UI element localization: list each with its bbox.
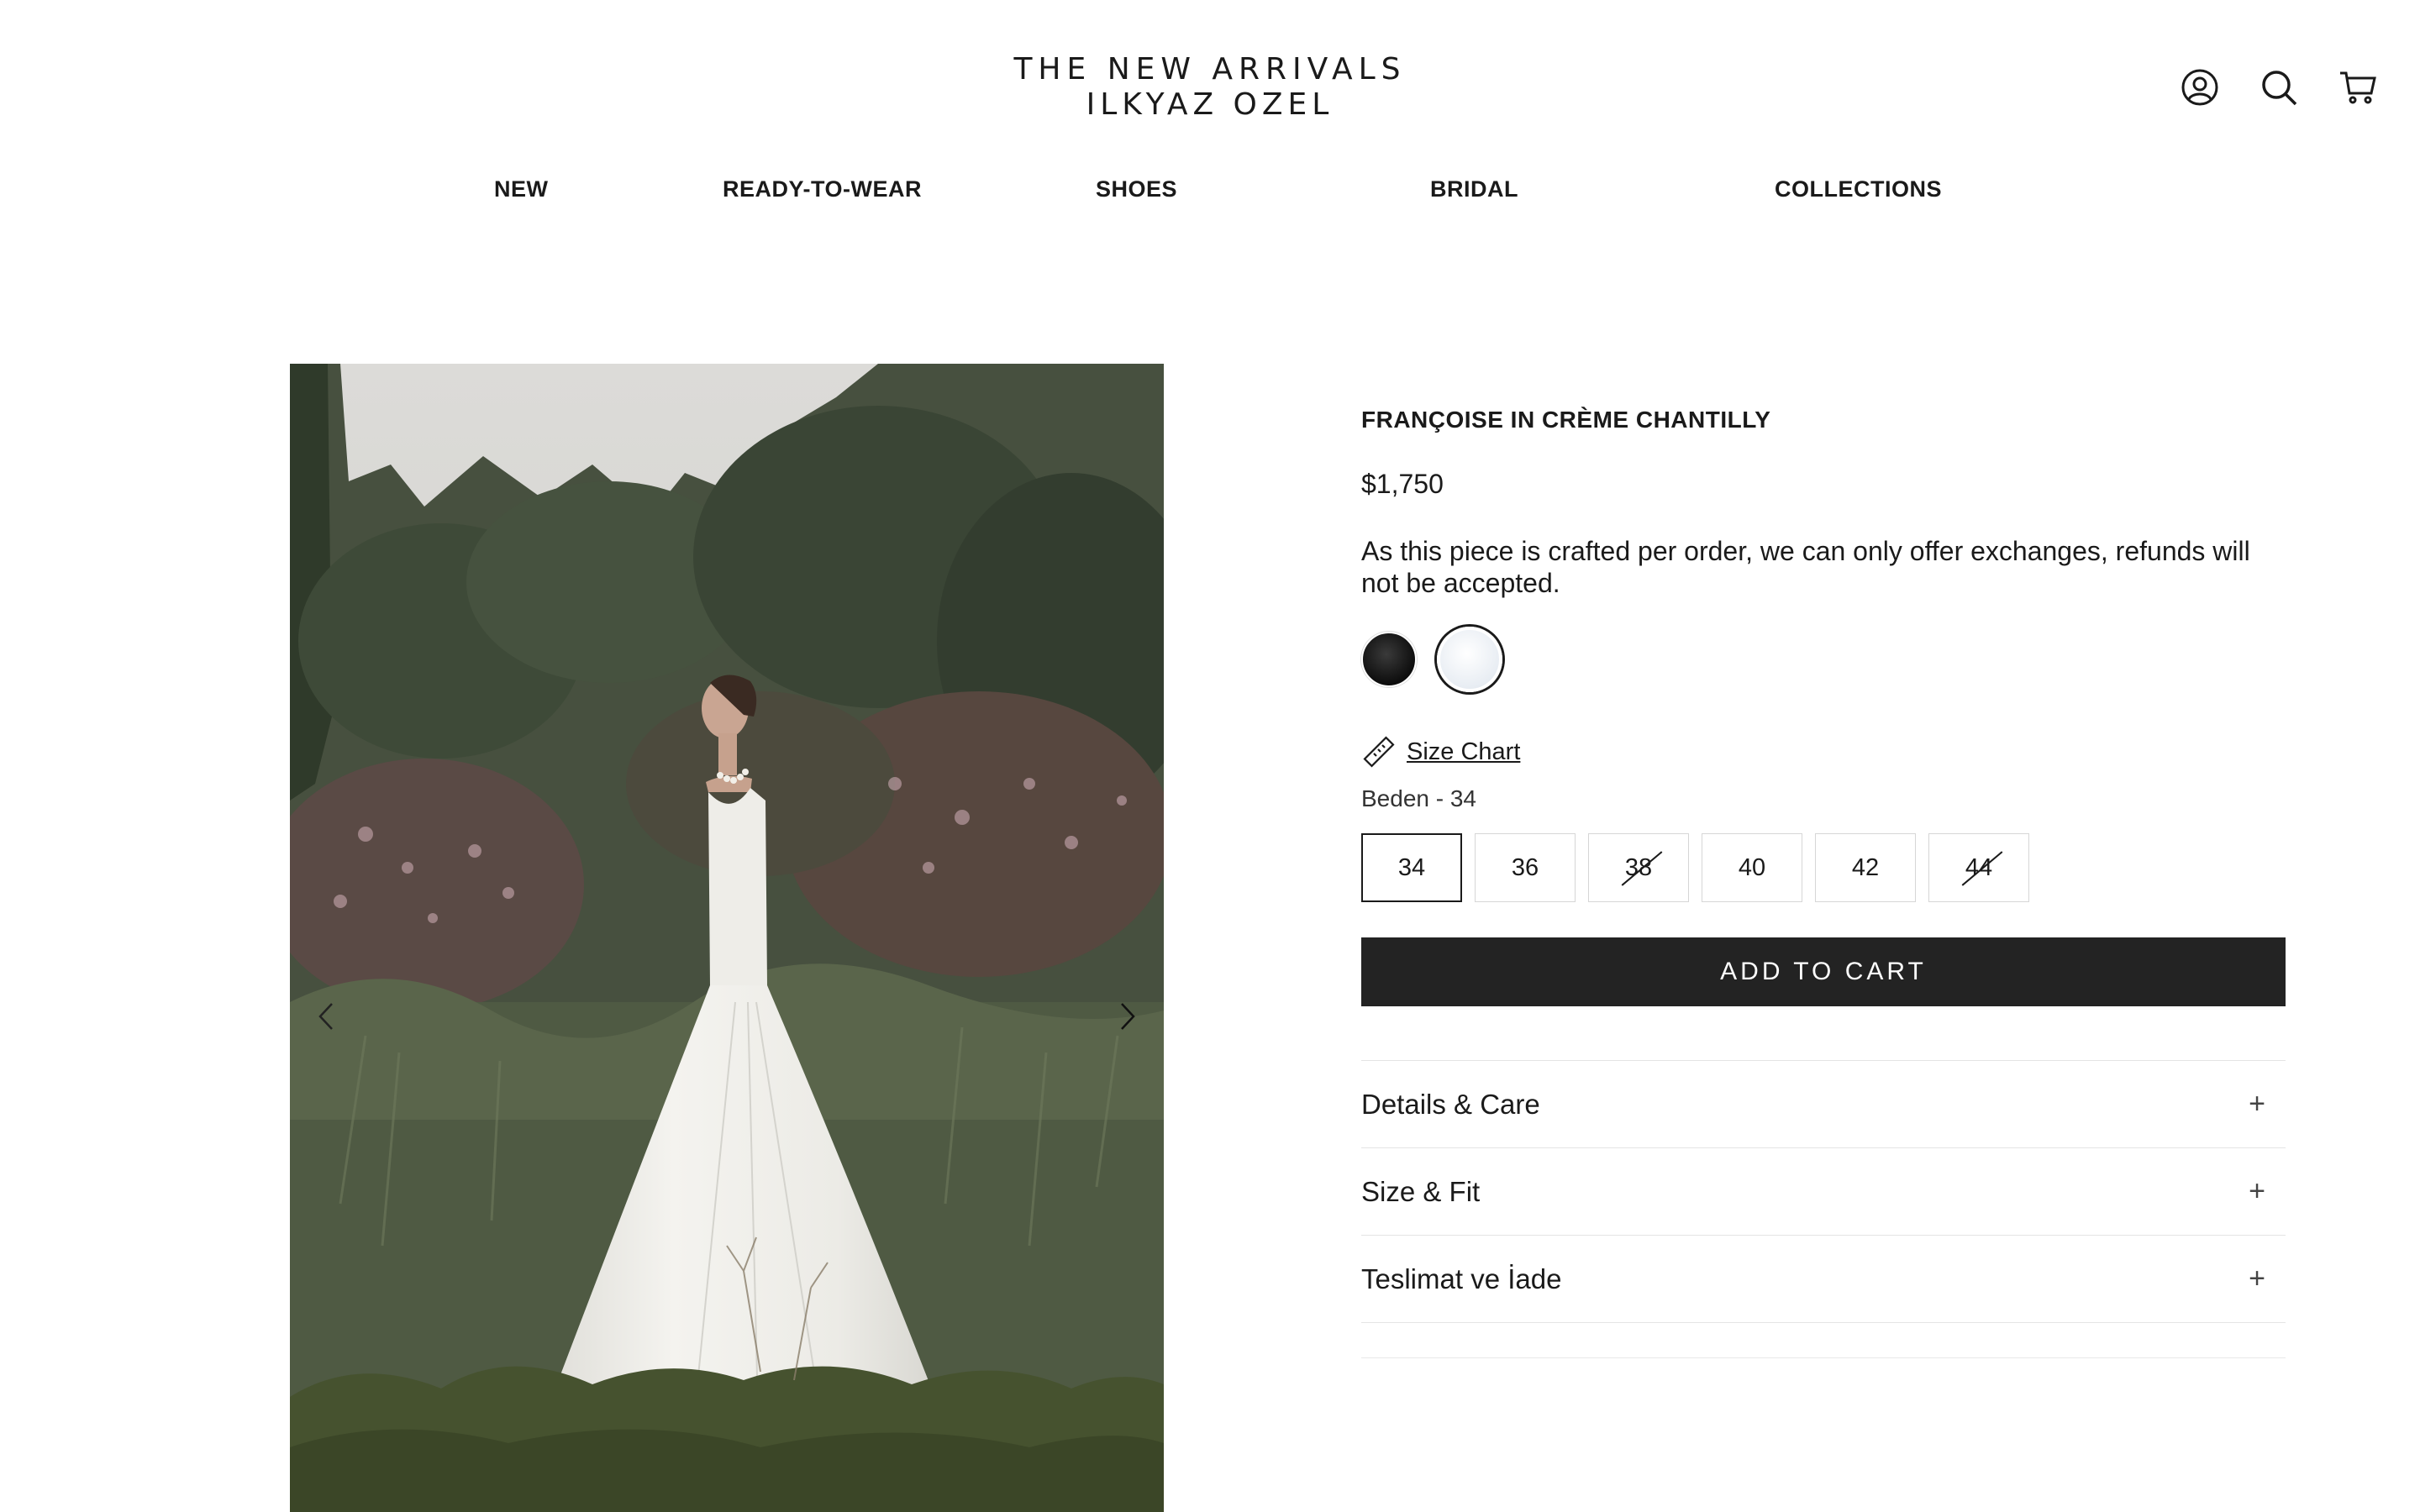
- accordion-details-care[interactable]: Details & Care +: [1361, 1061, 2286, 1148]
- size-chart-link[interactable]: Size Chart: [1361, 735, 1520, 769]
- accordion-label: Details & Care: [1361, 1088, 1540, 1120]
- size-option-40[interactable]: 40: [1702, 833, 1802, 902]
- product-info: FRANÇOISE IN CRÈME CHANTILLY $1,750 As t…: [1361, 403, 2291, 1358]
- account-icon[interactable]: [2180, 67, 2220, 108]
- add-to-cart-button[interactable]: ADD TO CART: [1361, 937, 2286, 1006]
- nav-item-shoes[interactable]: SHOES: [1096, 176, 1177, 202]
- plus-icon: +: [2249, 1263, 2265, 1294]
- main-nav: NEW READY-TO-WEAR SHOES BRIDAL COLLECTIO…: [0, 176, 2420, 210]
- accordion-label: Size & Fit: [1361, 1175, 1481, 1207]
- product-policy-note: As this piece is crafted per order, we c…: [1361, 536, 2250, 598]
- swatch-black[interactable]: [1361, 632, 1417, 687]
- size-option-44[interactable]: 44: [1928, 833, 2029, 902]
- accordion-delivery-returns[interactable]: Teslimat ve İade +: [1361, 1236, 2286, 1323]
- product-image[interactable]: [290, 364, 1164, 1512]
- size-option-38[interactable]: 38: [1588, 833, 1689, 902]
- search-icon[interactable]: [2259, 67, 2299, 108]
- nav-item-new[interactable]: NEW: [494, 176, 549, 202]
- accordion-size-fit[interactable]: Size & Fit +: [1361, 1148, 2286, 1236]
- brand-logo-line-1: THE NEW ARRIVALS: [1013, 52, 1407, 87]
- gallery-next-arrow[interactable]: [1111, 995, 1144, 1037]
- size-option-42[interactable]: 42: [1815, 833, 1916, 902]
- accordion-label: Teslimat ve İade: [1361, 1263, 1562, 1294]
- size-option-34[interactable]: 34: [1361, 833, 1462, 902]
- nav-item-collections[interactable]: COLLECTIONS: [1775, 176, 1942, 202]
- selected-size-label: Beden - 34: [1361, 785, 1476, 811]
- product-price: $1,750: [1361, 469, 1444, 499]
- nav-item-ready-to-wear[interactable]: READY-TO-WEAR: [723, 176, 922, 202]
- product-accordion: Details & Care + Size & Fit + Teslimat v…: [1361, 1060, 2286, 1323]
- header-icons: [2180, 67, 2378, 108]
- color-swatches: [1361, 627, 1502, 692]
- brand-logo[interactable]: THE NEW ARRIVALS ILKYAZ OZEL: [0, 52, 2420, 123]
- divider: [1361, 1357, 2286, 1358]
- product-title: FRANÇOISE IN CRÈME CHANTILLY: [1361, 407, 1771, 433]
- size-option-36[interactable]: 36: [1475, 833, 1576, 902]
- brand-logo-line-2: ILKYAZ OZEL: [1086, 87, 1334, 122]
- size-options: 34 36 38 40 42 44: [1361, 833, 2029, 902]
- swatch-creme-chantilly[interactable]: [1437, 627, 1502, 692]
- cart-icon[interactable]: [2338, 67, 2378, 108]
- plus-icon: +: [2249, 1088, 2265, 1120]
- size-chart-label[interactable]: Size Chart: [1407, 738, 1520, 766]
- nav-item-bridal[interactable]: BRIDAL: [1430, 176, 1518, 202]
- gallery-prev-arrow[interactable]: [309, 995, 343, 1037]
- plus-icon: +: [2249, 1175, 2265, 1207]
- ruler-icon: [1363, 736, 1395, 768]
